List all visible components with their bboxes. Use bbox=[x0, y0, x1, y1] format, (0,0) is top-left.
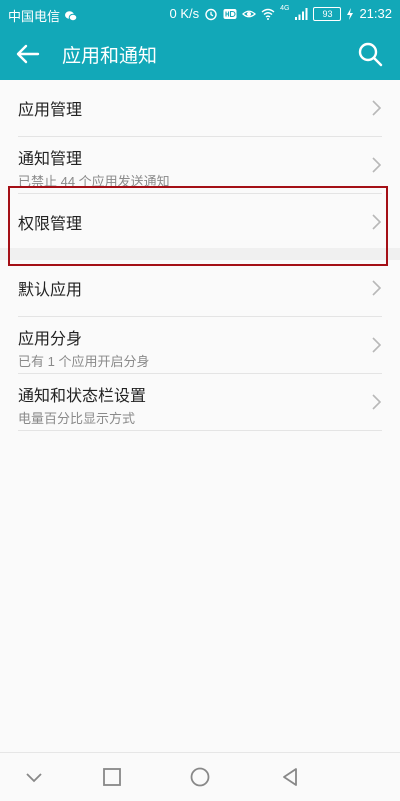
item-title: 通知和状态栏设置 bbox=[18, 388, 147, 405]
wechat-icon bbox=[65, 10, 78, 21]
settings-item-default-apps[interactable]: 默认应用 bbox=[18, 260, 382, 317]
settings-item-app-twin[interactable]: 应用分身 已有 1 个应用开启分身 bbox=[18, 317, 382, 374]
chevron-right-icon bbox=[372, 394, 382, 410]
network-type: 4G bbox=[280, 5, 290, 12]
item-title: 权限管理 bbox=[18, 216, 83, 233]
settings-item-notification-statusbar[interactable]: 通知和状态栏设置 电量百分比显示方式 bbox=[18, 374, 382, 431]
status-left: 中国电信 bbox=[8, 6, 78, 25]
settings-item-app-management[interactable]: 应用管理 bbox=[18, 80, 382, 137]
chevron-right-icon bbox=[372, 280, 382, 296]
item-title: 默认应用 bbox=[18, 282, 83, 299]
carrier-name: 中国电信 bbox=[8, 9, 61, 24]
status-right: 0 K/s 4G 93 21:32 bbox=[169, 5, 392, 21]
clock-time: 21:32 bbox=[359, 6, 392, 21]
chevron-right-icon bbox=[372, 157, 382, 173]
settings-item-permission-management[interactable]: 权限管理 bbox=[18, 194, 382, 248]
chevron-right-icon bbox=[372, 214, 382, 230]
chevron-down-icon[interactable] bbox=[22, 765, 46, 789]
hd-icon bbox=[223, 8, 237, 19]
status-bar: 中国电信 0 K/s 4G 93 21:32 bbox=[0, 0, 400, 28]
item-title: 应用管理 bbox=[18, 102, 83, 119]
app-bar: 应用和通知 bbox=[0, 28, 400, 80]
item-subtitle: 已有 1 个应用开启分身 bbox=[18, 354, 150, 369]
square-icon[interactable] bbox=[100, 765, 124, 789]
charging-icon bbox=[347, 7, 354, 20]
alarm-icon bbox=[205, 8, 217, 20]
signal-icon bbox=[295, 7, 308, 20]
arrow-left-icon[interactable] bbox=[14, 40, 42, 68]
eye-icon bbox=[242, 10, 257, 17]
section-divider bbox=[0, 248, 400, 260]
wifi-icon bbox=[261, 8, 275, 20]
battery-level: 93 bbox=[322, 8, 333, 19]
triangle-back-icon[interactable] bbox=[278, 765, 302, 789]
navigation-bar bbox=[0, 752, 400, 801]
item-title: 应用分身 bbox=[18, 331, 83, 348]
chevron-right-icon bbox=[372, 337, 382, 353]
item-subtitle: 电量百分比显示方式 bbox=[18, 411, 136, 426]
search-icon[interactable] bbox=[356, 40, 384, 68]
settings-list: 应用管理 通知管理 已禁止 44 个应用发送通知 权限管理 默认应用 应用分身 … bbox=[0, 80, 400, 431]
net-speed: 0 K/s bbox=[169, 6, 200, 21]
battery-icon: 93 bbox=[313, 6, 342, 21]
item-subtitle: 已禁止 44 个应用发送通知 bbox=[18, 174, 170, 189]
circle-icon[interactable] bbox=[188, 765, 212, 789]
settings-item-notification-management[interactable]: 通知管理 已禁止 44 个应用发送通知 bbox=[18, 137, 382, 194]
chevron-right-icon bbox=[372, 100, 382, 116]
page-title: 应用和通知 bbox=[62, 46, 158, 67]
item-title: 通知管理 bbox=[18, 151, 83, 168]
